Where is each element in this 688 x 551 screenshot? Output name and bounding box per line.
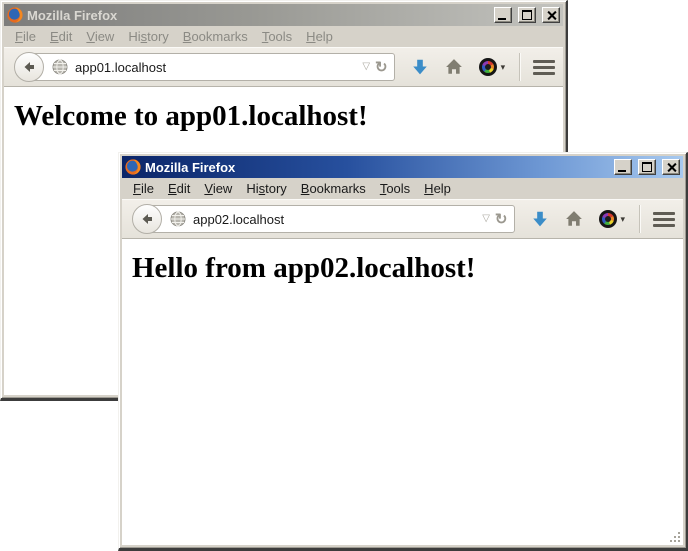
- maximize-button[interactable]: [518, 7, 536, 23]
- back-arrow-icon: [21, 59, 37, 75]
- titlebar[interactable]: Mozilla Firefox: [122, 156, 683, 178]
- menu-bookmarks[interactable]: Bookmarks: [176, 27, 255, 46]
- home-icon: [565, 210, 583, 228]
- page-heading: Welcome to app01.localhost!: [14, 100, 563, 133]
- back-button[interactable]: [132, 204, 162, 234]
- maximize-icon: [642, 162, 652, 172]
- menu-edit[interactable]: Edit: [43, 27, 79, 46]
- addon-caret-icon: ▾: [621, 214, 626, 225]
- page-heading: Hello from app02.localhost!: [132, 252, 683, 285]
- menu-view[interactable]: View: [197, 179, 239, 198]
- addon-button[interactable]: ▾: [479, 58, 506, 76]
- browser-window-app02[interactable]: Mozilla Firefox File Edit View History B…: [118, 152, 688, 551]
- site-globe-icon[interactable]: [170, 211, 186, 227]
- menu-tools[interactable]: Tools: [373, 179, 417, 198]
- app-menu-button[interactable]: [533, 60, 555, 75]
- url-input[interactable]: [191, 211, 477, 228]
- window-title: Mozilla Firefox: [27, 8, 488, 23]
- menu-history[interactable]: History: [121, 27, 175, 46]
- menu-file[interactable]: File: [8, 27, 43, 46]
- menu-help[interactable]: Help: [417, 179, 458, 198]
- close-icon: [547, 11, 556, 20]
- menu-view[interactable]: View: [79, 27, 121, 46]
- app-menu-button[interactable]: [653, 212, 675, 227]
- window-title: Mozilla Firefox: [145, 160, 608, 175]
- reload-icon[interactable]: ↻: [375, 60, 388, 75]
- url-input[interactable]: [73, 59, 357, 76]
- minimize-icon: [498, 18, 506, 20]
- menu-history[interactable]: History: [239, 179, 293, 198]
- close-button[interactable]: [662, 159, 680, 175]
- minimize-button[interactable]: [614, 159, 632, 175]
- resize-grip[interactable]: [669, 531, 682, 544]
- url-dropdown-icon[interactable]: ▽: [482, 214, 490, 224]
- page-content-app02: Hello from app02.localhost!: [122, 239, 683, 545]
- url-bar[interactable]: ▽ ↻: [29, 53, 395, 81]
- minimize-icon: [618, 170, 626, 172]
- close-icon: [667, 163, 676, 172]
- home-button[interactable]: [445, 58, 463, 76]
- close-button[interactable]: [542, 7, 560, 23]
- addon-button[interactable]: ▾: [599, 210, 626, 228]
- menu-bar: File Edit View History Bookmarks Tools H…: [4, 26, 563, 47]
- minimize-button[interactable]: [494, 7, 512, 23]
- menu-edit[interactable]: Edit: [161, 179, 197, 198]
- back-button[interactable]: [14, 52, 44, 82]
- toolbar-separator: [519, 53, 521, 81]
- downloads-button[interactable]: [531, 210, 549, 228]
- lens-icon: [599, 210, 617, 228]
- hamburger-icon: [653, 212, 675, 215]
- menu-tools[interactable]: Tools: [255, 27, 299, 46]
- titlebar[interactable]: Mozilla Firefox: [4, 4, 563, 26]
- addon-caret-icon: ▾: [501, 62, 506, 73]
- download-arrow-icon: [411, 58, 429, 76]
- lens-icon: [479, 58, 497, 76]
- home-icon: [445, 58, 463, 76]
- menu-bar: File Edit View History Bookmarks Tools H…: [122, 178, 683, 199]
- menu-help[interactable]: Help: [299, 27, 340, 46]
- firefox-logo-icon: [125, 159, 141, 175]
- firefox-logo-icon: [7, 7, 23, 23]
- maximize-icon: [522, 10, 532, 20]
- navigation-toolbar: ▽ ↻ ▾: [122, 199, 683, 239]
- back-arrow-icon: [139, 211, 155, 227]
- reload-icon[interactable]: ↻: [495, 212, 508, 227]
- menu-file[interactable]: File: [126, 179, 161, 198]
- site-globe-icon[interactable]: [52, 59, 68, 75]
- url-dropdown-icon[interactable]: ▽: [362, 62, 370, 72]
- hamburger-icon: [533, 60, 555, 63]
- downloads-button[interactable]: [411, 58, 429, 76]
- maximize-button[interactable]: [638, 159, 656, 175]
- url-bar[interactable]: ▽ ↻: [147, 205, 515, 233]
- download-arrow-icon: [531, 210, 549, 228]
- toolbar-separator: [639, 205, 641, 233]
- menu-bookmarks[interactable]: Bookmarks: [294, 179, 373, 198]
- navigation-toolbar: ▽ ↻ ▾: [4, 47, 563, 87]
- home-button[interactable]: [565, 210, 583, 228]
